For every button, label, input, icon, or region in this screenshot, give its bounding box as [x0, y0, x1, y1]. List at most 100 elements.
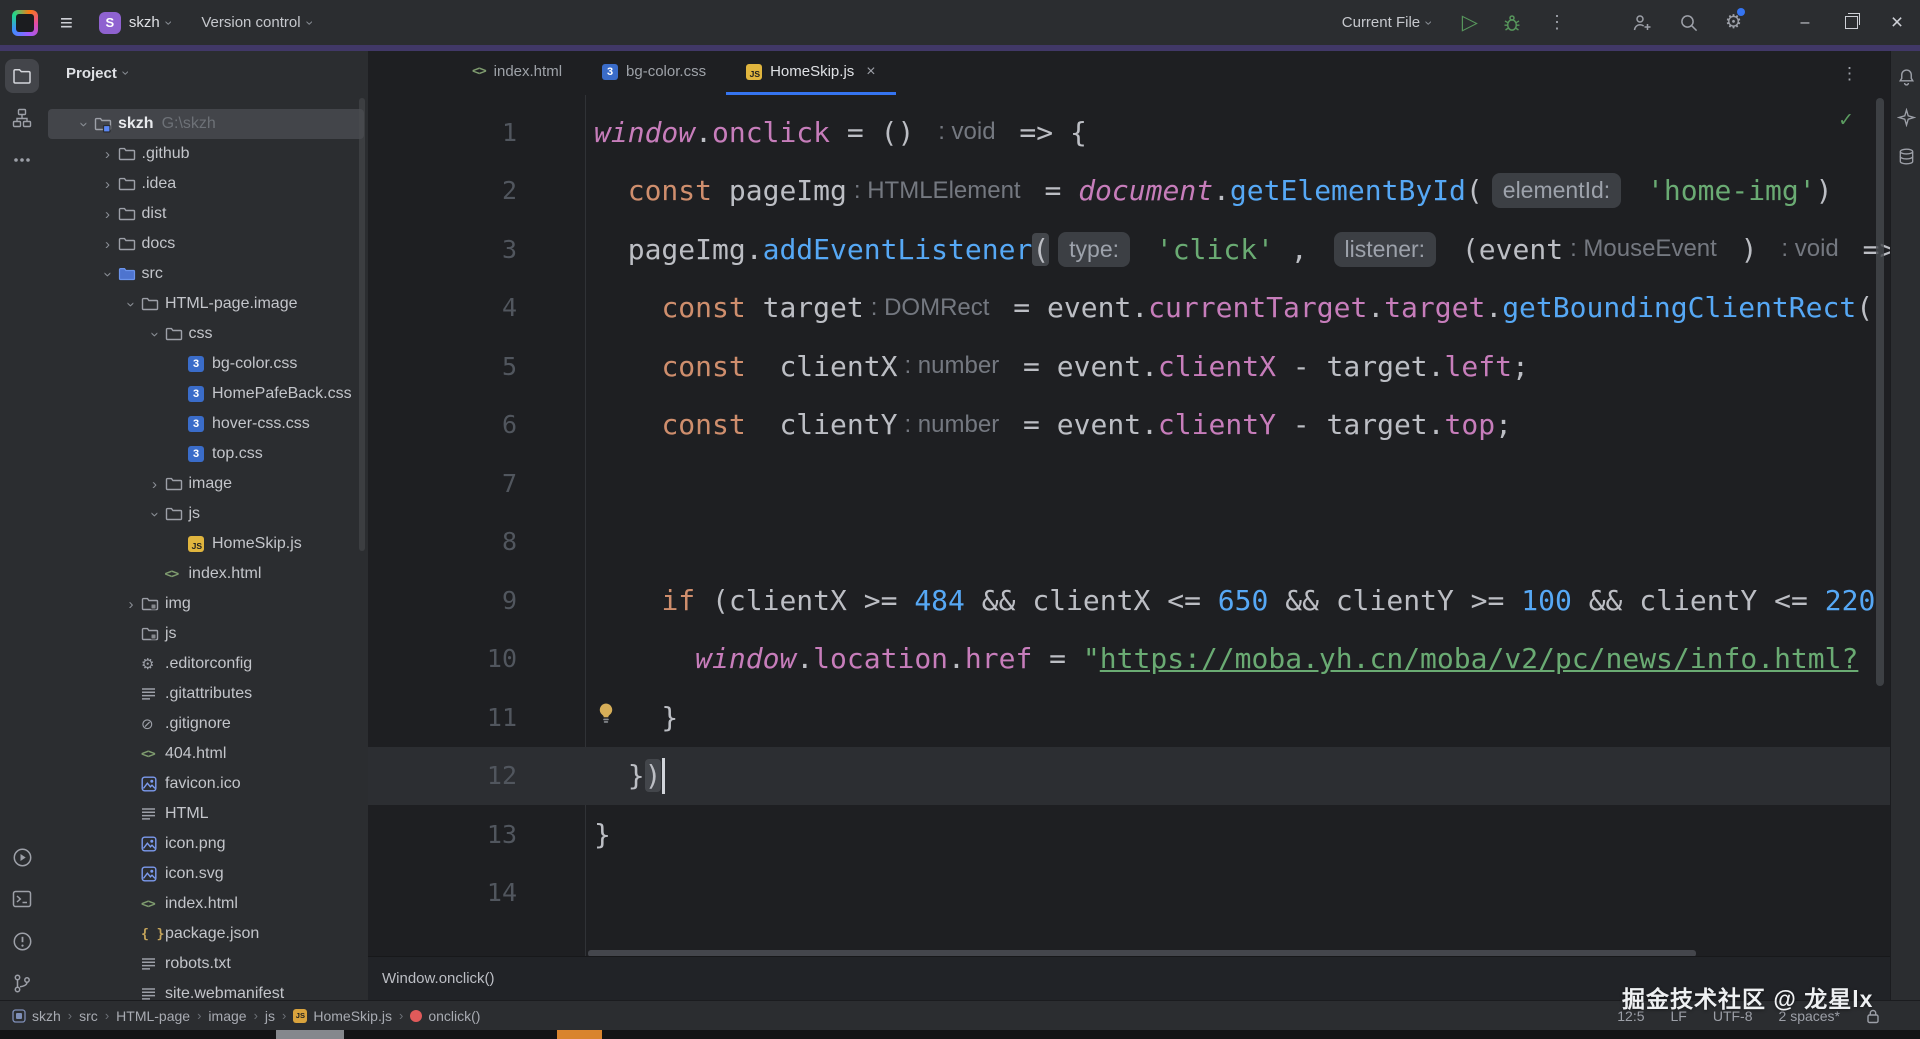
tree-item-label: icon.png: [165, 835, 226, 853]
tree-item-site.webmanifest[interactable]: site.webmanifest: [48, 979, 364, 1000]
database-tool-icon[interactable]: [1892, 143, 1920, 171]
tree-item-package.json[interactable]: { }package.json: [48, 919, 364, 949]
chevron-collapsed-icon[interactable]: ›: [98, 206, 118, 223]
tree-item-label: 404.html: [165, 745, 226, 763]
tab-close-icon[interactable]: ×: [866, 63, 875, 81]
chevron-collapsed-icon[interactable]: ›: [121, 596, 141, 613]
terminal-tool-icon[interactable]: [5, 882, 39, 916]
chevron-expanded-icon[interactable]: ›: [99, 264, 116, 284]
chevron-collapsed-icon[interactable]: ›: [98, 236, 118, 253]
tree-item-top.css[interactable]: 3top.css: [48, 439, 364, 469]
notifications-bell-icon[interactable]: [1892, 63, 1920, 91]
code-line-14[interactable]: 14: [368, 864, 1890, 923]
tree-item-robots.txt[interactable]: robots.txt: [48, 949, 364, 979]
tree-item-.idea[interactable]: ›.idea: [48, 169, 364, 199]
chevron-expanded-icon[interactable]: ›: [76, 114, 93, 134]
tree-item-HTML[interactable]: HTML: [48, 799, 364, 829]
window-close-button[interactable]: ×: [1874, 0, 1920, 45]
code-editor[interactable]: 1window.onclick = () : void => {2 const …: [368, 103, 1890, 922]
chevron-collapsed-icon[interactable]: ›: [98, 146, 118, 163]
run-configuration-select[interactable]: Current File: [1342, 14, 1420, 31]
chevron-collapsed-icon[interactable]: ›: [145, 476, 165, 493]
breadcrumb-item-HomeSkip.js[interactable]: JSHomeSkip.js: [293, 1008, 392, 1024]
settings-gear-icon[interactable]: ⚙: [1725, 11, 1742, 34]
ai-assistant-icon[interactable]: [1892, 103, 1920, 131]
intention-bulb-icon[interactable]: [596, 702, 616, 725]
project-tool-icon[interactable]: [5, 59, 39, 93]
add-user-icon[interactable]: [1632, 13, 1653, 33]
tree-item-index.html[interactable]: <>index.html: [48, 559, 364, 589]
code-line-10[interactable]: 10 window.location.href = "https://moba.…: [368, 630, 1890, 689]
tab-options-icon[interactable]: ⋮: [1841, 64, 1858, 84]
search-icon[interactable]: [1679, 13, 1699, 33]
code-line-13[interactable]: 13}: [368, 805, 1890, 864]
tree-item-index.html[interactable]: <>index.html: [48, 889, 364, 919]
code-line-3[interactable]: 3 pageImg.addEventListener(type: 'click'…: [368, 220, 1890, 279]
code-line-11[interactable]: 11 }: [368, 688, 1890, 747]
app-logo-icon[interactable]: [12, 10, 38, 36]
vcs-menu[interactable]: Version control: [201, 14, 300, 31]
tab-bg-color.css[interactable]: 3bg-color.css: [582, 51, 726, 95]
project-switcher[interactable]: skzh: [129, 14, 160, 31]
editor-vertical-scrollbar[interactable]: [1876, 98, 1884, 686]
tree-item-HTML-page.image[interactable]: ›HTML-page.image: [48, 289, 364, 319]
tree-item-.gitattributes[interactable]: .gitattributes: [48, 679, 364, 709]
code-line-6[interactable]: 6 const clientY: number = event.clientY …: [368, 396, 1890, 455]
tree-item-img[interactable]: ›img: [48, 589, 364, 619]
chevron-collapsed-icon[interactable]: ›: [98, 176, 118, 193]
tree-item-dist[interactable]: ›dist: [48, 199, 364, 229]
tree-item-icon.png[interactable]: icon.png: [48, 829, 364, 859]
tree-item-.gitignore[interactable]: ⊘.gitignore: [48, 709, 364, 739]
structure-tool-icon[interactable]: [5, 101, 39, 135]
tree-item-icon.svg[interactable]: icon.svg: [48, 859, 364, 889]
tree-item-src[interactable]: ›src: [48, 259, 364, 289]
breadcrumb-item-HTML-page[interactable]: HTML-page: [116, 1008, 190, 1024]
code-line-1[interactable]: 1window.onclick = () : void => {: [368, 103, 1890, 162]
git-tool-icon[interactable]: [5, 966, 39, 1000]
breadcrumb-item-src[interactable]: src: [79, 1008, 98, 1024]
code-line-5[interactable]: 5 const clientX: number = event.clientX …: [368, 337, 1890, 396]
more-actions-icon[interactable]: ⋮: [1548, 12, 1566, 33]
run-tool-icon[interactable]: [5, 840, 39, 874]
tree-item-bg-color.css[interactable]: 3bg-color.css: [48, 349, 364, 379]
code-line-8[interactable]: 8: [368, 513, 1890, 572]
breadcrumb-item-onclick()[interactable]: onclick(): [410, 1008, 480, 1024]
tree-item-HomeSkip.js[interactable]: JSHomeSkip.js: [48, 529, 364, 559]
project-avatar[interactable]: S: [99, 12, 121, 34]
tree-item-js[interactable]: ›js: [48, 499, 364, 529]
code-line-7[interactable]: 7: [368, 454, 1890, 513]
tree-item-css[interactable]: ›css: [48, 319, 364, 349]
more-tools-icon[interactable]: [5, 143, 39, 177]
tree-item-.github[interactable]: ›.github: [48, 139, 364, 169]
run-icon[interactable]: ▷: [1462, 10, 1478, 35]
breadcrumb-item-js[interactable]: js: [265, 1008, 275, 1024]
tree-item-label: .gitignore: [165, 715, 231, 733]
tab-HomeSkip.js[interactable]: JSHomeSkip.js×: [726, 51, 896, 95]
tree-item-404.html[interactable]: <>404.html: [48, 739, 364, 769]
chevron-expanded-icon[interactable]: ›: [146, 504, 163, 524]
chevron-expanded-icon[interactable]: ›: [123, 294, 140, 314]
tree-item-.editorconfig[interactable]: ⚙.editorconfig: [48, 649, 364, 679]
main-menu-icon[interactable]: ≡: [60, 12, 73, 34]
chevron-expanded-icon[interactable]: ›: [146, 324, 163, 344]
debug-icon[interactable]: [1502, 14, 1522, 32]
tree-item-skzh[interactable]: ›skzhG:\skzh: [48, 109, 364, 139]
tree-item-hover-css.css[interactable]: 3hover-css.css: [48, 409, 364, 439]
code-line-4[interactable]: 4 const target: DOMRect = event.currentT…: [368, 279, 1890, 338]
tree-item-js[interactable]: js: [48, 619, 364, 649]
tree-item-docs[interactable]: ›docs: [48, 229, 364, 259]
code-line-9[interactable]: 9 if (clientX >= 484 && clientX <= 650 &…: [368, 571, 1890, 630]
tree-scrollbar[interactable]: [359, 98, 365, 551]
problems-tool-icon[interactable]: [5, 924, 39, 958]
breadcrumb-item-skzh[interactable]: skzh: [12, 1008, 61, 1024]
tab-index.html[interactable]: <>index.html: [452, 51, 582, 95]
breadcrumb-item-image[interactable]: image: [208, 1008, 246, 1024]
tree-item-HomePafeBack.css[interactable]: 3HomePafeBack.css: [48, 379, 364, 409]
code-line-12[interactable]: 12 }): [368, 747, 1890, 806]
project-panel-header[interactable]: Project ›: [44, 51, 368, 95]
tree-item-image[interactable]: ›image: [48, 469, 364, 499]
window-restore-button[interactable]: [1828, 0, 1874, 45]
window-minimize-button[interactable]: –: [1782, 0, 1828, 45]
tree-item-favicon.ico[interactable]: favicon.ico: [48, 769, 364, 799]
code-line-2[interactable]: 2 const pageImg: HTMLElement = document.…: [368, 162, 1890, 221]
